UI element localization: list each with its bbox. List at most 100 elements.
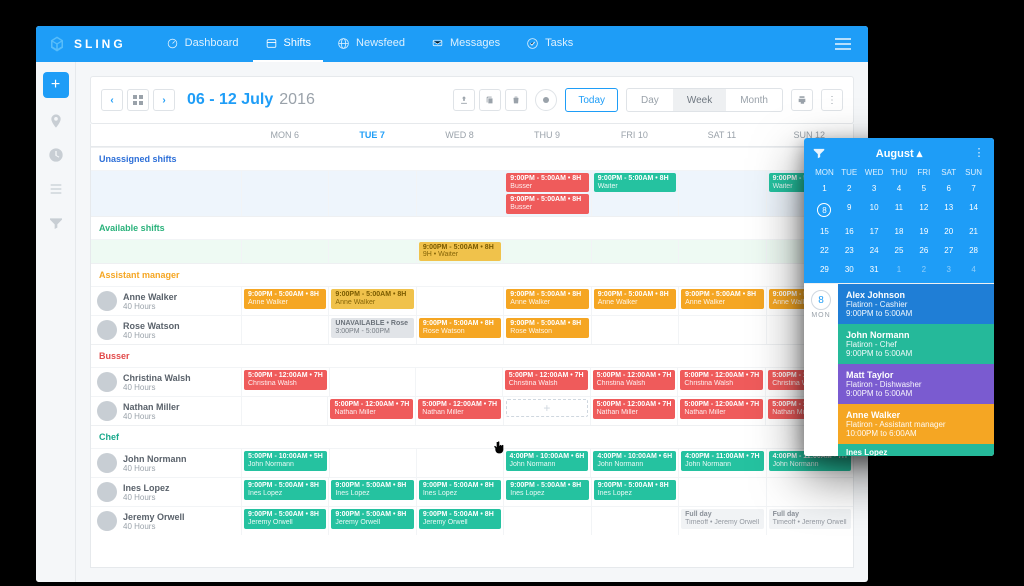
mobile-day-15[interactable]: 15 [812, 224, 837, 239]
schedule-cell[interactable]: 5:00PM - 12:00AM • 7HChristina Walsh [590, 368, 678, 396]
schedule-cell[interactable]: 5:00PM - 10:00AM • 5HJohn Normann [241, 449, 329, 477]
shift-chip[interactable]: 9:00PM - 5:00AM • 8HJeremy Orwell [244, 509, 326, 528]
shift-chip[interactable]: 9:00PM - 5:00AM • 8HInes Lopez [419, 480, 501, 499]
schedule-cell[interactable]: 9:00PM - 5:00AM • 8HAnne Walker [591, 287, 678, 315]
prev-week-button[interactable]: ‹ [101, 89, 123, 111]
schedule-cell[interactable]: 9:00PM - 5:00AM • 8HInes Lopez [591, 478, 678, 506]
mobile-day-6[interactable]: 6 [936, 181, 961, 196]
mobile-day-19[interactable]: 19 [911, 224, 936, 239]
person-cell[interactable]: Anne Walker40 Hours [91, 287, 241, 315]
add-shift-button[interactable]: + [43, 72, 69, 98]
mobile-day-2[interactable]: 2 [911, 262, 936, 277]
record-button[interactable] [535, 89, 557, 111]
shift-chip[interactable]: 4:00PM - 10:00AM • 6HJohn Normann [506, 451, 589, 470]
mobile-day-27[interactable]: 27 [936, 243, 961, 258]
day-header-2[interactable]: WED 8 [416, 124, 503, 146]
schedule-cell[interactable] [766, 478, 853, 506]
shift-chip[interactable]: 9:00PM - 5:00AM • 8HWaiter [594, 173, 676, 192]
mobile-day-28[interactable]: 28 [961, 243, 986, 258]
schedule-cell[interactable]: + [503, 397, 589, 425]
nav-messages[interactable]: Messages [419, 26, 512, 62]
schedule-cell[interactable]: 9:00PM - 5:00AM • 8HAnne Walker [241, 287, 328, 315]
schedule-cell[interactable] [503, 240, 590, 263]
nav-newsfeed[interactable]: Newsfeed [325, 26, 417, 62]
schedule-cell[interactable] [241, 397, 327, 425]
more-button[interactable]: ⋮ [821, 89, 843, 111]
mobile-day-30[interactable]: 30 [837, 262, 862, 277]
mobile-day-10[interactable]: 10 [862, 200, 887, 220]
shift-chip[interactable]: 9:00PM - 5:00AM • 8HJeremy Orwell [331, 509, 413, 528]
schedule-cell[interactable]: 9:00PM - 5:00AM • 8HAnne Walker [678, 287, 765, 315]
shift-chip[interactable]: 9:00PM - 5:00AM • 8HBusser [506, 194, 588, 213]
schedule-cell[interactable]: 4:00PM - 10:00AM • 6HJohn Normann [503, 449, 591, 477]
mobile-day-20[interactable]: 20 [936, 224, 961, 239]
person-cell[interactable]: Ines Lopez40 Hours [91, 478, 241, 506]
shift-chip[interactable]: 4:00PM - 10:00AM • 6HJohn Normann [593, 451, 676, 470]
shift-chip[interactable]: UNAVAILABLE • Rose3:00PM - 5:00PM [331, 318, 413, 337]
mobile-day-23[interactable]: 23 [837, 243, 862, 258]
rail-time-icon[interactable] [45, 144, 67, 166]
view-week[interactable]: Week [673, 89, 726, 111]
shift-chip[interactable]: 9:00PM - 5:00AM • 8HRose Watson [419, 318, 501, 337]
schedule-cell[interactable] [678, 316, 765, 344]
schedule-cell[interactable] [591, 240, 678, 263]
schedule-cell[interactable]: 5:00PM - 12:00AM • 7HNathan Miller [590, 397, 678, 425]
day-header-1[interactable]: TUE 7 [328, 124, 415, 146]
day-header-3[interactable]: THU 9 [503, 124, 590, 146]
schedule-cell[interactable]: 9:00PM - 5:00AM • 8H9H • Waiter [416, 240, 503, 263]
schedule-cell[interactable] [329, 368, 415, 396]
schedule-cell[interactable]: 9:00PM - 5:00AM • 8HRose Watson [416, 316, 503, 344]
schedule-cell[interactable] [328, 240, 415, 263]
rail-location-icon[interactable] [45, 110, 67, 132]
shift-chip[interactable]: 5:00PM - 12:00AM • 7HNathan Miller [680, 399, 763, 418]
schedule-cell[interactable]: 9:00PM - 5:00AM • 8HJeremy Orwell [328, 507, 415, 535]
calendar-grid-button[interactable] [127, 89, 149, 111]
shift-chip[interactable]: 5:00PM - 12:00AM • 7HNathan Miller [593, 399, 676, 418]
shift-chip[interactable]: 9:00PM - 5:00AM • 8HInes Lopez [506, 480, 588, 499]
schedule-cell[interactable]: UNAVAILABLE • Rose3:00PM - 5:00PM [328, 316, 415, 344]
shift-chip[interactable]: 5:00PM - 12:00AM • 7HNathan Miller [330, 399, 413, 418]
mobile-day-26[interactable]: 26 [911, 243, 936, 258]
schedule-cell[interactable]: 4:00PM - 10:00AM • 6HJohn Normann [590, 449, 678, 477]
add-shift-placeholder[interactable]: + [506, 399, 587, 417]
nav-dashboard[interactable]: Dashboard [154, 26, 251, 62]
mobile-day-24[interactable]: 24 [862, 243, 887, 258]
mobile-day-5[interactable]: 5 [911, 181, 936, 196]
schedule-cell[interactable] [241, 316, 328, 344]
shift-chip[interactable]: 9:00PM - 5:00AM • 8HAnne Walker [506, 289, 588, 308]
schedule-cell[interactable] [328, 171, 415, 216]
schedule-cell[interactable] [678, 478, 765, 506]
copy-button[interactable] [479, 89, 501, 111]
schedule-cell[interactable]: 5:00PM - 12:00AM • 7HNathan Miller [677, 397, 765, 425]
shift-chip[interactable]: Full dayTimeoff • Jeremy Orwell [769, 509, 851, 528]
shift-chip[interactable]: 9:00PM - 5:00AM • 8HAnne Walker [594, 289, 676, 308]
schedule-cell[interactable]: 9:00PM - 5:00AM • 8HJeremy Orwell [241, 507, 328, 535]
shift-chip[interactable]: 5:00PM - 12:00AM • 7HChristina Walsh [505, 370, 588, 389]
shift-chip[interactable]: 5:00PM - 12:00AM • 7HChristina Walsh [244, 370, 327, 389]
schedule-cell[interactable] [329, 449, 416, 477]
schedule-cell[interactable]: 9:00PM - 5:00AM • 8HInes Lopez [241, 478, 328, 506]
schedule-cell[interactable] [416, 449, 503, 477]
mobile-day-3[interactable]: 3 [936, 262, 961, 277]
schedule-cell[interactable]: 5:00PM - 12:00AM • 7HNathan Miller [415, 397, 503, 425]
mobile-day-18[interactable]: 18 [887, 224, 912, 239]
shift-chip[interactable]: 5:00PM - 12:00AM • 7HChristina Walsh [680, 370, 763, 389]
view-month[interactable]: Month [726, 89, 782, 111]
trash-button[interactable] [505, 89, 527, 111]
schedule-cell[interactable]: 5:00PM - 12:00AM • 7HNathan Miller [327, 397, 415, 425]
shift-chip[interactable]: 9:00PM - 5:00AM • 8HAnne Walker [244, 289, 326, 308]
mobile-day-13[interactable]: 13 [936, 200, 961, 220]
day-header-5[interactable]: SAT 11 [678, 124, 765, 146]
schedule-cell[interactable]: 9:00PM - 5:00AM • 8HBusser9:00PM - 5:00A… [503, 171, 590, 216]
mobile-shift-card-cut[interactable]: Ines Lopez [838, 444, 994, 456]
mobile-day-25[interactable]: 25 [887, 243, 912, 258]
mobile-day-2[interactable]: 2 [837, 181, 862, 196]
upload-button[interactable] [453, 89, 475, 111]
schedule-cell[interactable]: 5:00PM - 12:00AM • 7HChristina Walsh [241, 368, 329, 396]
mobile-day-17[interactable]: 17 [862, 224, 887, 239]
schedule-cell[interactable] [678, 171, 765, 216]
mobile-day-16[interactable]: 16 [837, 224, 862, 239]
shift-chip[interactable]: 9:00PM - 5:00AM • 8HJeremy Orwell [419, 509, 501, 528]
schedule-cell[interactable] [241, 240, 328, 263]
person-cell[interactable]: John Normann40 Hours [91, 449, 241, 477]
